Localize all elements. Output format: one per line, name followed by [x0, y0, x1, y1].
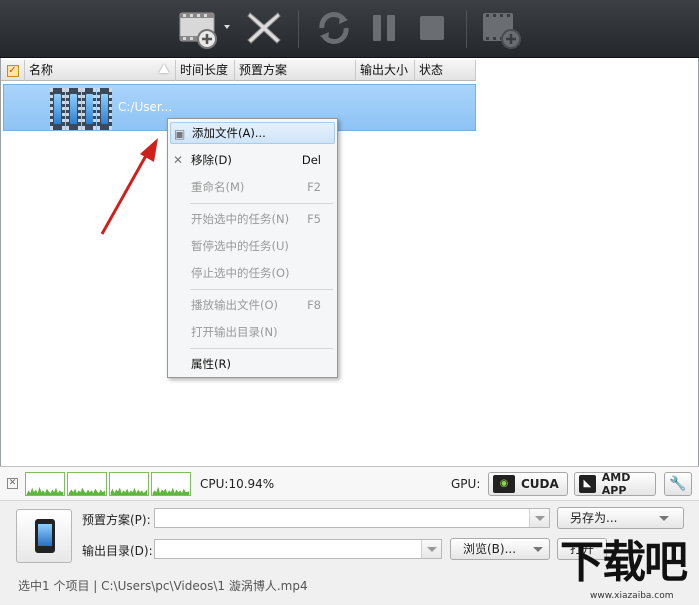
- watermark-logo-text: 下载吧: [560, 537, 688, 588]
- chevron-down-icon: [659, 516, 669, 521]
- cpu-core-graph: [151, 472, 191, 496]
- performance-bar: ✕ CPU:10.94% GPU: ◉ CUDA ◣ AMD APP 🔧: [0, 467, 699, 501]
- file-list[interactable]: ✓ 名称 时间长度 预置方案 输出大小 状态 C:/User...: [0, 58, 699, 466]
- list-header: ✓ 名称 时间长度 预置方案 输出大小 状态: [1, 60, 476, 81]
- context-menu: ▣ 添加文件(A)... ✕ 移除(D) Del 重命名(M) F2 开始选中的…: [167, 118, 338, 378]
- remove-icon: ✕: [173, 153, 184, 167]
- preset-label: 预置方案(P):: [82, 513, 151, 527]
- merge-video-button[interactable]: [478, 6, 528, 50]
- amd-app-button[interactable]: ◣ AMD APP: [574, 471, 656, 497]
- menu-separator: [190, 289, 333, 290]
- watermark-url: www.xiazaiba.com: [590, 591, 674, 601]
- main-toolbar: [0, 0, 699, 58]
- menu-item-label: 属性(R): [191, 357, 231, 371]
- menu-item-label: 开始选中的任务(N): [191, 212, 290, 226]
- add-file-icon: ▣: [174, 127, 186, 141]
- menu-item-label: 移除(D): [191, 153, 232, 167]
- sort-arrow-icon: [159, 64, 169, 73]
- menu-item-shortcut: F8: [307, 298, 321, 312]
- toolbar-separator: [298, 10, 299, 48]
- add-video-icon: [179, 12, 230, 49]
- save-as-label: 另存为...: [570, 511, 618, 525]
- menu-item-open-output-dir[interactable]: 打开输出目录(N): [170, 321, 335, 343]
- chevron-down-icon: [421, 540, 441, 558]
- add-video-button[interactable]: [176, 6, 234, 50]
- menu-item-rename[interactable]: 重命名(M) F2: [170, 176, 335, 198]
- stop-icon: [420, 16, 444, 40]
- menu-separator: [190, 203, 333, 204]
- menu-item-label: 打开输出目录(N): [191, 325, 278, 339]
- cpu-graphs: [25, 472, 191, 496]
- menu-item-shortcut: F5: [307, 212, 321, 226]
- column-preset[interactable]: 预置方案: [235, 60, 356, 81]
- file-path: C:/User...: [118, 100, 173, 114]
- menu-item-stop-selected[interactable]: 停止选中的任务(O): [170, 262, 335, 284]
- preset-select[interactable]: [154, 508, 550, 528]
- menu-item-label: 播放输出文件(O): [191, 298, 279, 312]
- save-as-button[interactable]: 另存为...: [557, 507, 684, 529]
- select-all-checkbox[interactable]: ✓: [1, 60, 25, 81]
- bottom-panel: ✕ CPU:10.94% GPU: ◉ CUDA ◣ AMD APP 🔧 预置方…: [0, 466, 699, 605]
- convert-icon: [319, 12, 349, 44]
- menu-separator: [190, 348, 333, 349]
- column-name[interactable]: 名称: [25, 60, 176, 81]
- device-profile-button[interactable]: [16, 509, 72, 563]
- column-output-size-label: 输出大小: [360, 63, 409, 77]
- amd-label: AMD APP: [601, 471, 631, 497]
- menu-item-add-file[interactable]: ▣ 添加文件(A)...: [170, 122, 335, 144]
- delete-button[interactable]: [240, 6, 288, 50]
- column-duration-label: 时间长度: [180, 63, 229, 77]
- output-dir-label: 输出目录(D):: [82, 544, 153, 558]
- menu-item-shortcut: F2: [307, 180, 321, 194]
- cpu-core-graph: [25, 472, 65, 496]
- phone-icon: [35, 519, 55, 553]
- chevron-down-icon: [529, 509, 549, 527]
- pause-icon: [373, 15, 395, 41]
- cpu-core-graph: [109, 472, 149, 496]
- menu-item-start-selected[interactable]: 开始选中的任务(N) F5: [170, 208, 335, 230]
- column-preset-label: 预置方案: [239, 63, 288, 77]
- menu-item-label: 停止选中的任务(O): [191, 266, 290, 280]
- toolbar-separator: [466, 10, 467, 48]
- browse-label: 浏览(B)...: [463, 542, 517, 556]
- column-status-label: 状态: [419, 63, 444, 77]
- menu-item-pause-selected[interactable]: 暂停选中的任务(U): [170, 235, 335, 257]
- browse-button[interactable]: 浏览(B)...: [450, 538, 550, 560]
- menu-item-label: 暂停选中的任务(U): [191, 239, 289, 253]
- menu-item-properties[interactable]: 属性(R): [170, 353, 335, 375]
- settings-wrench-icon[interactable]: 🔧: [664, 472, 692, 496]
- watermark-logo: 下载吧 www.xiazaiba.com: [560, 537, 699, 605]
- close-monitor-icon[interactable]: ✕: [7, 478, 18, 489]
- amd-icon: ◣: [579, 475, 596, 493]
- menu-item-label: 重命名(M): [191, 180, 245, 194]
- column-name-label: 名称: [29, 63, 54, 77]
- stop-button[interactable]: [410, 6, 454, 50]
- cpu-core-graph: [67, 472, 107, 496]
- cuda-label: CUDA: [521, 477, 559, 491]
- menu-item-label: 添加文件(A)...: [192, 126, 266, 140]
- chevron-down-icon: [533, 547, 543, 552]
- delete-icon: [247, 12, 281, 44]
- annotation-arrow: [100, 138, 158, 235]
- merge-video-icon: [483, 13, 521, 49]
- column-duration[interactable]: 时间长度: [176, 60, 235, 81]
- nvidia-icon: ◉: [493, 475, 515, 493]
- output-dir-select[interactable]: [154, 539, 442, 559]
- convert-button[interactable]: [310, 6, 358, 50]
- cpu-usage: CPU:10.94%: [200, 477, 275, 491]
- video-thumbnail: [50, 88, 112, 130]
- cuda-button[interactable]: ◉ CUDA: [488, 472, 568, 496]
- gpu-label: GPU:: [451, 477, 481, 491]
- pause-button[interactable]: [362, 6, 406, 50]
- menu-item-play-output[interactable]: 播放输出文件(O) F8: [170, 294, 335, 316]
- menu-item-shortcut: Del: [301, 153, 321, 167]
- column-status[interactable]: 状态: [415, 60, 476, 81]
- status-bar-text: 选中1 个项目 | C:\Users\pc\Videos\1 漩涡博人.mp4: [18, 579, 308, 593]
- menu-item-remove[interactable]: ✕ 移除(D) Del: [170, 149, 335, 171]
- column-output-size[interactable]: 输出大小: [356, 60, 415, 81]
